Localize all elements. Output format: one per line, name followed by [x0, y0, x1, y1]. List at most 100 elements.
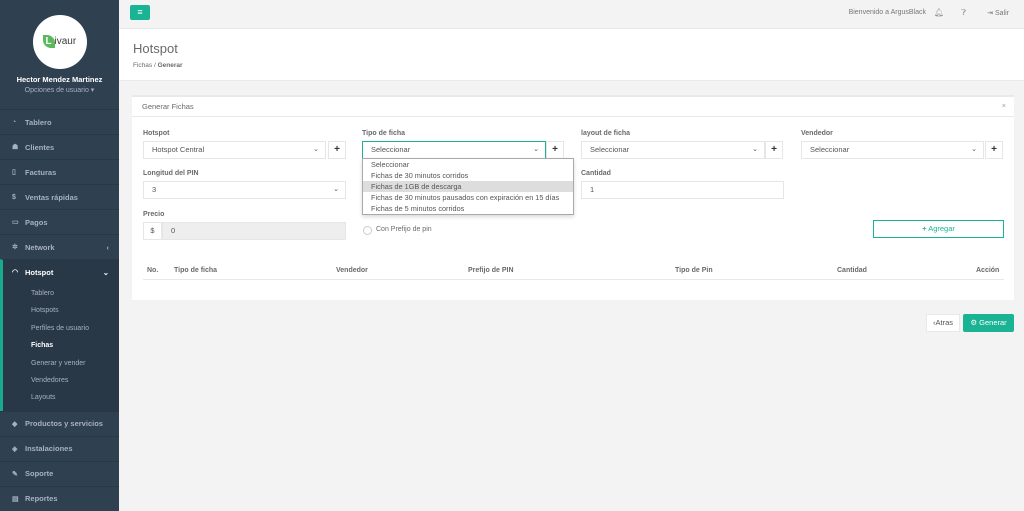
- chevron-down-icon: ⌄: [971, 146, 977, 153]
- logout-label: Salir: [994, 10, 1009, 17]
- hamburger-icon: ≡: [137, 7, 143, 17]
- longitud-pin-label: Longitud del PIN: [143, 170, 199, 177]
- sidebar-item-ventas-rapidas[interactable]: $ Ventas rápidas: [0, 184, 119, 209]
- vendedor-select[interactable]: Seleccionar ⌄: [801, 141, 984, 159]
- dropdown-option-highlighted[interactable]: Fichas de 1GB de descarga: [363, 181, 573, 192]
- layout-ficha-select[interactable]: Seleccionar ⌄: [581, 141, 765, 159]
- sidebar-item-clientes[interactable]: ☗ Clientes: [0, 134, 119, 159]
- book-icon: ▤: [12, 495, 19, 503]
- dropdown-option[interactable]: Fichas de 5 minutos corridos: [363, 203, 573, 214]
- network-icon: ✲: [12, 244, 18, 251]
- plus-icon: +: [334, 144, 340, 155]
- chevron-down-icon: ⌄: [333, 186, 339, 193]
- submenu-item-hotspots[interactable]: Hotspots: [3, 302, 119, 319]
- hotspot-select[interactable]: Hotspot Central ⌄: [143, 141, 326, 159]
- submenu-item-vendedores[interactable]: Vendedores: [3, 372, 119, 389]
- sidebar-item-reportes[interactable]: ▤ Reportes: [0, 485, 119, 511]
- hotspot-submenu: Tablero Hotspots Perfiles de usuario Fic…: [0, 284, 119, 411]
- prefijo-pin-radio[interactable]: [363, 226, 372, 235]
- layout-ficha-label: layout de ficha: [581, 130, 631, 137]
- sidebar-item-soporte[interactable]: ✎ Soporte: [0, 460, 119, 486]
- close-icon[interactable]: ×: [1002, 103, 1006, 110]
- sidebar-item-facturas[interactable]: ▯ Facturas: [0, 159, 119, 184]
- sidebar-item-instalaciones[interactable]: ◈ Instalaciones: [0, 435, 119, 461]
- plus-icon: +: [991, 144, 997, 155]
- precio-label: Precio: [143, 211, 165, 218]
- add-layout-button[interactable]: +: [765, 141, 783, 159]
- menu-toggle-button[interactable]: ≡: [130, 5, 150, 20]
- page-title: Hotspot: [133, 41, 178, 56]
- sidebar-item-label: Soporte: [25, 469, 54, 479]
- logout-icon: ⇥: [987, 10, 994, 17]
- wrench-icon: ✎: [12, 470, 18, 478]
- vendedor-selected-value: Seleccionar: [810, 145, 850, 154]
- cube-icon: ◈: [12, 445, 18, 453]
- cantidad-value: 1: [590, 185, 595, 194]
- submenu-item-layouts[interactable]: Layouts: [3, 389, 119, 406]
- precio-input[interactable]: 0: [162, 222, 346, 240]
- hotspot-label: Hotspot: [143, 130, 170, 137]
- plus-icon: +: [922, 224, 927, 233]
- sidebar-item-network[interactable]: ✲ Network ‹: [0, 234, 119, 259]
- breadcrumb-separator: /: [153, 62, 156, 69]
- logout-link[interactable]: ⇥ Salir: [987, 9, 1009, 17]
- column-header-tipo-pin: Tipo de Pin: [675, 267, 713, 274]
- sidebar-item-pagos[interactable]: ▭ Pagos: [0, 209, 119, 234]
- logo-text: ivaur: [54, 36, 77, 47]
- column-header-accion: Acción: [976, 267, 1000, 274]
- back-button[interactable]: ‹Atras: [926, 314, 960, 332]
- chevron-down-icon: ⌄: [752, 146, 758, 153]
- user-name: Hector Mendez Martinez: [16, 75, 103, 84]
- column-header-vendedor: Vendedor: [336, 267, 368, 274]
- sidebar: L ivaur Hector Mendez Martinez Opciones …: [0, 0, 119, 511]
- submenu-item-perfiles[interactable]: Perfiles de usuario: [3, 320, 119, 337]
- dropdown-option[interactable]: Seleccionar: [363, 159, 573, 170]
- add-vendedor-button[interactable]: +: [985, 141, 1003, 159]
- longitud-pin-select[interactable]: 3 ⌄: [143, 181, 346, 199]
- dropdown-option[interactable]: Fichas de 30 minutos corridos: [363, 170, 573, 181]
- dollar-icon: $: [12, 193, 16, 201]
- back-label: Atras: [935, 318, 953, 327]
- add-tipo-ficha-button[interactable]: +: [546, 141, 564, 159]
- generate-button[interactable]: ⚙︎ Generar: [963, 314, 1014, 332]
- layout-selected-value: Seleccionar: [590, 145, 630, 154]
- top-navbar: ≡ Bienvenido a ArgusBlack 🔔︎ ❓︎ ⇥ Salir: [119, 0, 1024, 29]
- dropdown-option[interactable]: Fichas de 30 minutos pausados con expira…: [363, 192, 573, 203]
- breadcrumb-fichas[interactable]: Fichas: [133, 62, 152, 69]
- sidebar-item-label: Facturas: [25, 167, 57, 177]
- breadcrumb: Fichas / Generar: [133, 62, 183, 69]
- sidebar-item-productos[interactable]: ◆ Productos y servicios: [0, 410, 119, 436]
- cantidad-input[interactable]: 1: [581, 181, 784, 199]
- profile-section: L ivaur Hector Mendez Martinez Opciones …: [0, 0, 119, 109]
- money-icon: ▭: [12, 219, 19, 226]
- tipo-ficha-selected-value: Seleccionar: [371, 145, 411, 154]
- column-header-no: No.: [147, 267, 159, 274]
- help-icon[interactable]: ❓︎: [961, 8, 966, 18]
- sidebar-item-tablero[interactable]: ◔ Tablero: [0, 109, 119, 134]
- sidebar-item-hotspot[interactable]: ◠ Hotspot ⌄: [0, 259, 119, 284]
- agregar-button[interactable]: + Agregar: [873, 220, 1004, 238]
- chevron-left-icon: ‹: [106, 242, 110, 252]
- submenu-item-tablero[interactable]: Tablero: [3, 285, 119, 302]
- longitud-pin-value: 3: [152, 185, 157, 194]
- sidebar-item-label: Productos y servicios: [25, 419, 103, 429]
- users-icon: ☗: [12, 144, 19, 151]
- tipo-ficha-label: Tipo de ficha: [362, 130, 406, 137]
- tipo-ficha-select[interactable]: Seleccionar ⌄: [362, 141, 546, 159]
- sidebar-item-label: Ventas rápidas: [25, 192, 78, 202]
- cantidad-label: Cantidad: [581, 170, 611, 177]
- hotspot-selected-value: Hotspot Central: [152, 145, 205, 154]
- logo-leaf-icon: L: [42, 35, 55, 48]
- sidebar-item-label: Hotspot: [25, 267, 54, 277]
- breadcrumb-generar: Generar: [157, 62, 183, 69]
- precio-currency-addon: $: [143, 222, 162, 240]
- user-options-menu[interactable]: Opciones de usuario ▾: [0, 86, 119, 94]
- submenu-item-generar-vender[interactable]: Generar y vender: [3, 355, 119, 372]
- sidebar-item-label: Network: [25, 242, 55, 252]
- wifi-icon: ◠: [12, 269, 19, 276]
- card-title: Generar Fichas: [132, 97, 1014, 117]
- bell-icon[interactable]: 🔔︎: [934, 8, 944, 17]
- submenu-item-fichas[interactable]: Fichas: [3, 337, 119, 354]
- sidebar-item-label: Clientes: [25, 142, 55, 152]
- add-hotspot-button[interactable]: +: [328, 141, 346, 159]
